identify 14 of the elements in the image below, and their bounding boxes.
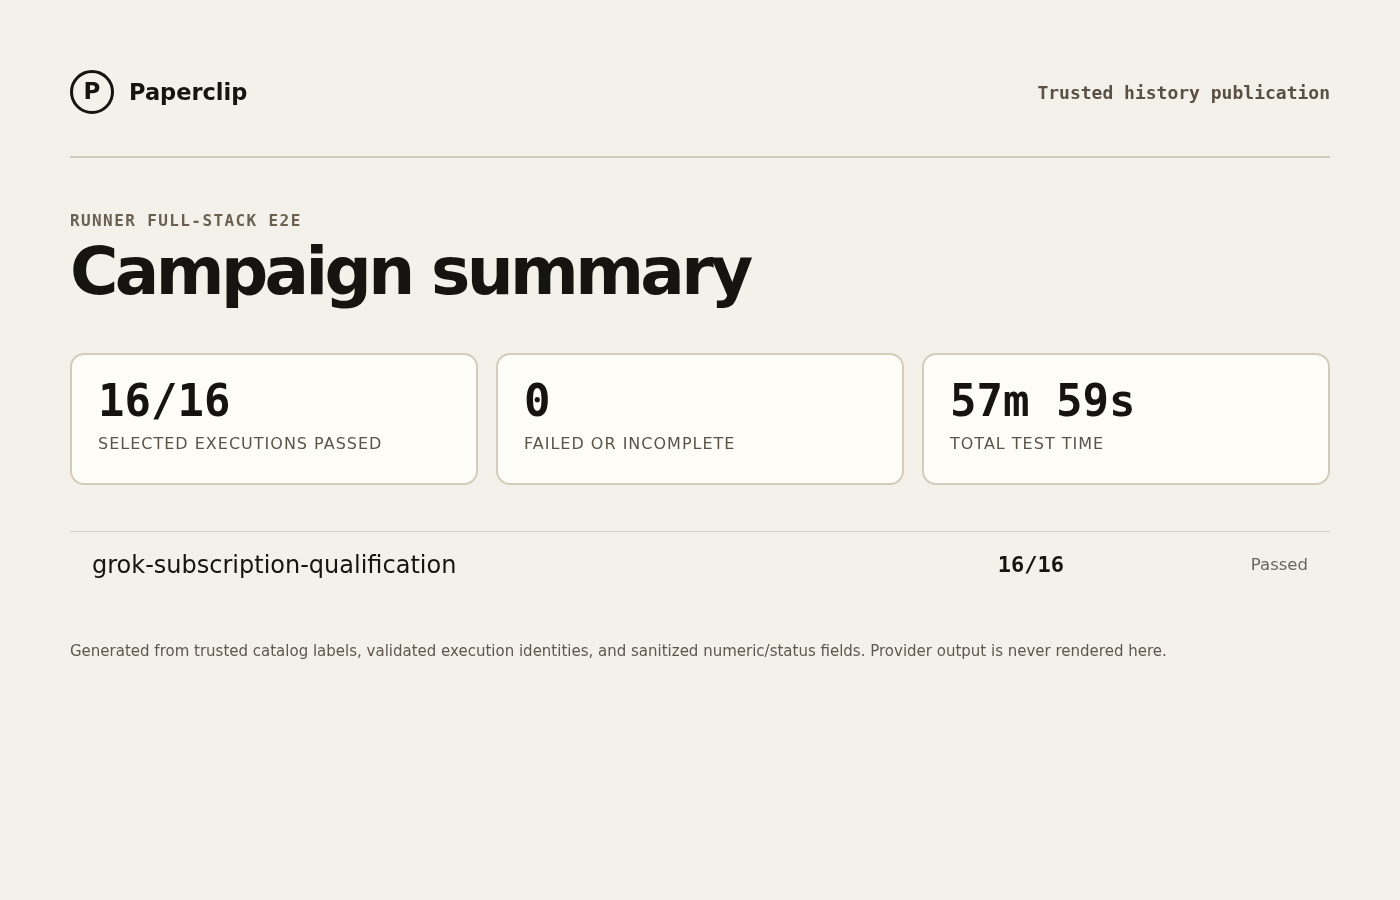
stat-value: 0	[524, 379, 552, 423]
eyebrow-label: RUNNER FULL-STACK E2E	[70, 211, 303, 231]
status-text: Passed	[1250, 554, 1308, 576]
stat-value: 16/16	[98, 379, 232, 423]
pass-count: 16/16	[997, 551, 1064, 579]
logo-mark: P	[70, 70, 114, 114]
header-tagline: Trusted history publication	[1037, 81, 1330, 103]
stat-label: FAILED OR INCOMPLETE	[524, 434, 737, 454]
suite-name: grok-subscription-qualification	[92, 550, 457, 580]
stat-value: 57m 59s	[950, 379, 1137, 423]
footnote-text: Generated from trusted catalog labels, validated execution identities, and sanitized numeric/status fields. Provider output is never rendered here.	[70, 641, 1168, 661]
brand-name: Paperclip	[129, 79, 248, 105]
stat-label: SELECTED EXECUTIONS PASSED	[98, 434, 384, 454]
stat-label: TOTAL TEST TIME	[950, 434, 1106, 454]
